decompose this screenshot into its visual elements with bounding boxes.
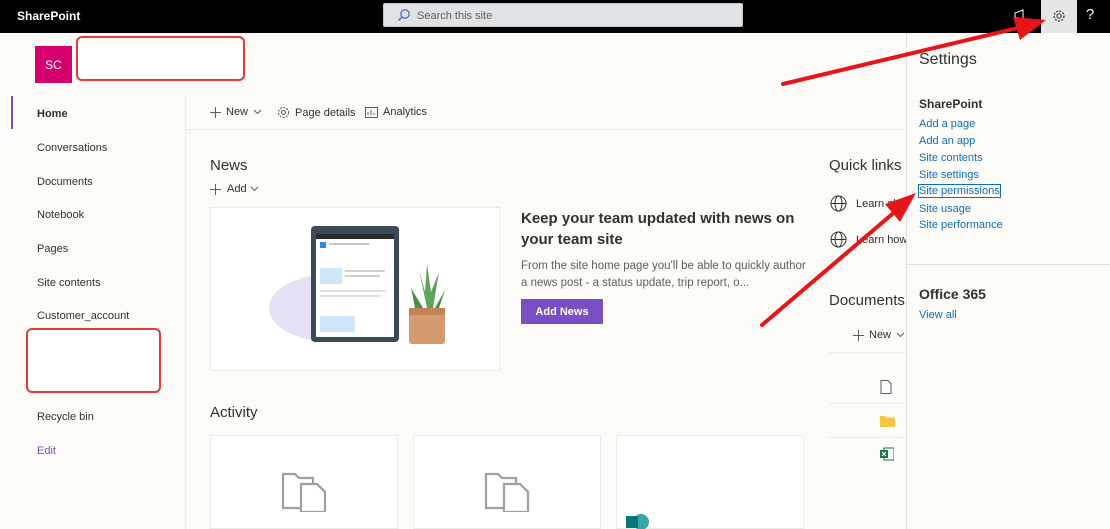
add-news-button[interactable]: Add News: [521, 299, 603, 324]
news-promo-title: Keep your team updated with news on your…: [521, 210, 795, 248]
nav-item-pages[interactable]: Pages: [37, 243, 68, 255]
documents-new-button[interactable]: New: [853, 329, 910, 341]
globe-icon: [830, 195, 847, 212]
megaphone-icon[interactable]: [1013, 8, 1029, 22]
settings-link-site-usage[interactable]: Site usage: [919, 203, 971, 215]
plus-icon: [210, 183, 221, 195]
nav-item-notebook[interactable]: Notebook: [37, 209, 84, 221]
nav-edit-link[interactable]: Edit: [37, 445, 56, 457]
settings-divider: [907, 264, 1110, 265]
nav-item-customer-account[interactable]: Customer_account: [37, 310, 129, 322]
gear-icon: [1053, 10, 1065, 22]
nav-selected-indicator: [11, 96, 13, 129]
analytics-button[interactable]: Analytics: [365, 106, 427, 118]
search-icon: [398, 9, 410, 21]
activity-card[interactable]: [210, 435, 398, 529]
activity-heading: Activity: [210, 404, 258, 421]
news-add-button[interactable]: Add: [210, 183, 259, 195]
folder-icon[interactable]: [880, 415, 895, 427]
nav-item-site-contents[interactable]: Site contents: [37, 277, 101, 289]
settings-sharepoint-heading: SharePoint: [919, 97, 983, 111]
nav-divider: [185, 95, 186, 529]
news-tablet-illustration: [269, 226, 445, 344]
settings-link-add-app[interactable]: Add an app: [919, 135, 975, 147]
chevron-down-icon: [896, 332, 905, 338]
help-button[interactable]: ?: [1086, 6, 1094, 23]
suite-header: SharePoint Search this site ?: [0, 0, 1110, 33]
settings-link-site-permissions[interactable]: Site permissions: [918, 184, 1001, 198]
search-input[interactable]: Search this site: [417, 10, 492, 22]
gear-icon: [277, 106, 290, 119]
redacted-site-title: [76, 36, 245, 81]
search-box[interactable]: Search this site: [383, 3, 743, 27]
new-button-label: New: [226, 106, 249, 118]
page-details-label: Page details: [295, 106, 356, 119]
quick-link-item[interactable]: Learn ab: [830, 195, 899, 212]
nav-item-conversations[interactable]: Conversations: [37, 142, 107, 154]
settings-link-view-all[interactable]: View all: [919, 309, 957, 321]
activity-card[interactable]: [616, 435, 804, 529]
settings-button[interactable]: [1041, 0, 1077, 33]
chevron-down-icon: [253, 109, 262, 115]
settings-link-add-page[interactable]: Add a page: [919, 118, 975, 130]
new-button[interactable]: New: [210, 106, 267, 118]
activity-card[interactable]: [413, 435, 601, 529]
file-icon[interactable]: [880, 380, 892, 394]
globe-icon: [830, 231, 847, 248]
app-brand[interactable]: SharePoint: [17, 9, 80, 23]
quick-link-label: Learn how: [856, 233, 908, 246]
document-row-divider: [829, 437, 906, 438]
settings-link-site-settings[interactable]: Site settings: [919, 169, 979, 181]
nav-item-recycle-bin[interactable]: Recycle bin: [37, 411, 94, 423]
document-row-divider: [829, 403, 906, 404]
news-illustration-card: [210, 207, 500, 371]
settings-link-site-contents[interactable]: Site contents: [919, 152, 983, 164]
plus-icon: [853, 329, 864, 341]
nav-item-home[interactable]: Home: [37, 108, 68, 120]
page-details-button[interactable]: Page details: [277, 106, 356, 119]
documents-new-label: New: [869, 329, 892, 341]
excel-icon[interactable]: [880, 447, 894, 461]
analytics-label: Analytics: [383, 106, 428, 118]
plus-icon: [210, 106, 221, 118]
sharepoint-icon: [626, 514, 649, 529]
news-promo-description: From the site home page you'll be able t…: [521, 260, 806, 289]
documents-header-divider: [829, 352, 906, 353]
quick-links-heading: Quick links: [829, 157, 902, 174]
settings-title: Settings: [919, 51, 977, 68]
quick-link-label: Learn ab: [856, 197, 900, 210]
documents-placeholder-icon: [281, 472, 327, 512]
redacted-nav-items: [26, 328, 161, 393]
chevron-down-icon: [250, 186, 258, 192]
settings-link-site-performance[interactable]: Site performance: [919, 219, 1003, 231]
nav-item-documents[interactable]: Documents: [37, 176, 93, 188]
documents-placeholder-icon: [484, 472, 530, 512]
quick-link-item[interactable]: Learn how: [830, 231, 907, 248]
site-logo[interactable]: SC: [35, 46, 72, 83]
settings-office365-heading: Office 365: [919, 286, 986, 302]
documents-heading: Documents: [829, 292, 905, 309]
news-add-label: Add: [227, 183, 247, 195]
news-heading: News: [210, 157, 248, 174]
analytics-icon: [365, 106, 378, 118]
settings-panel: Settings SharePoint Add a page Add an ap…: [906, 33, 1110, 529]
